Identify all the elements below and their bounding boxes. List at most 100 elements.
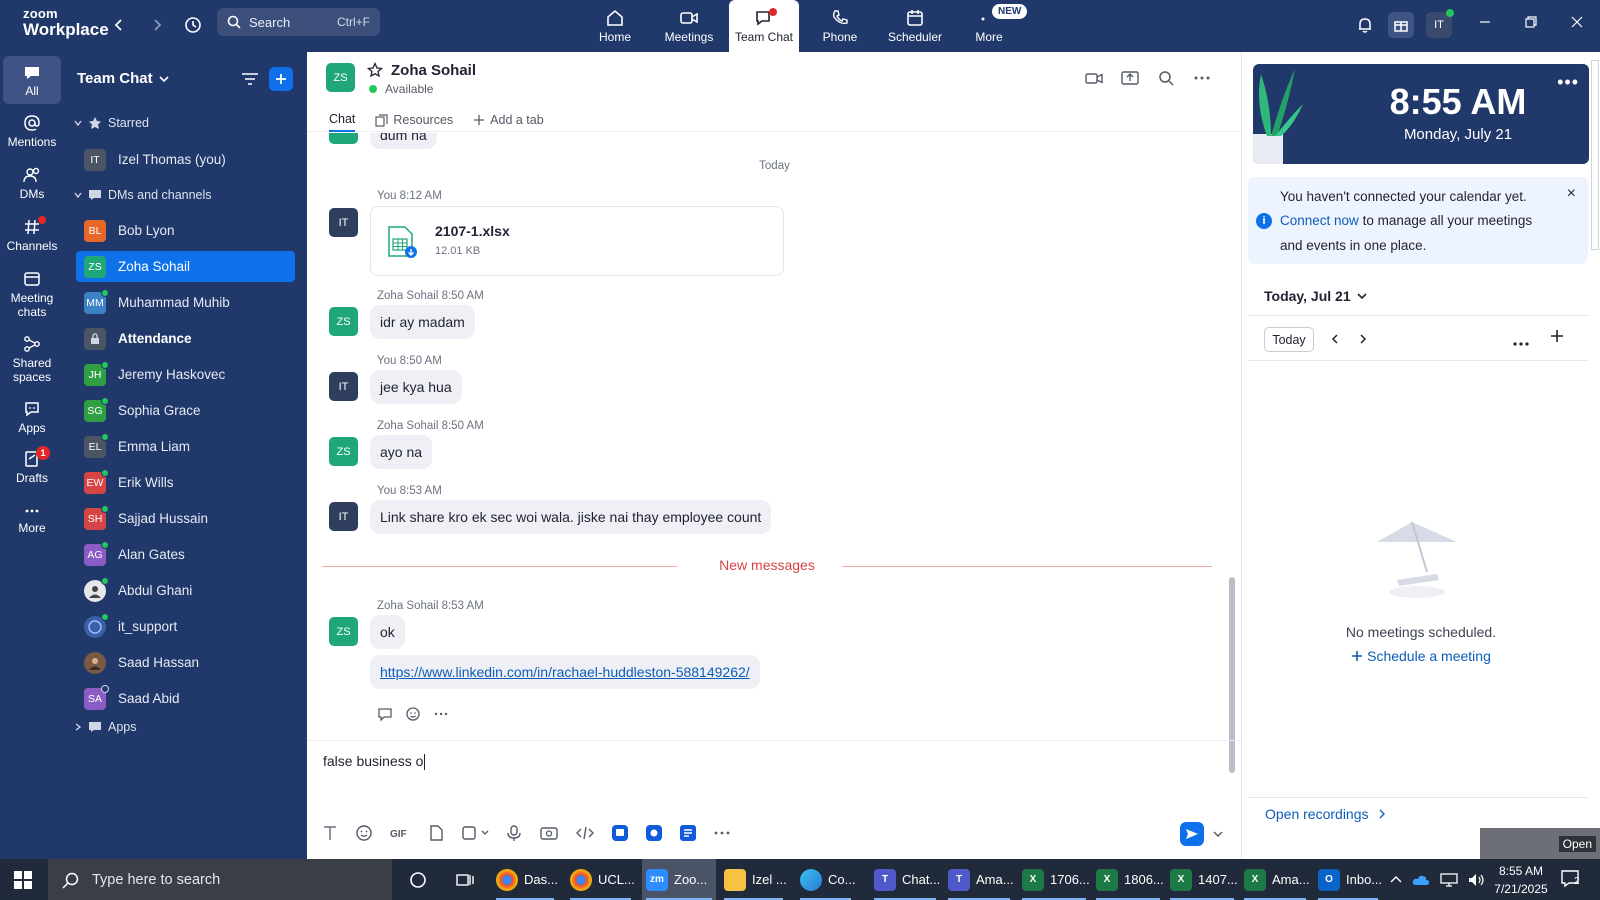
sidebar-item-sophia-grace[interactable]: SG Sophia Grace <box>76 395 295 426</box>
rail-drafts[interactable]: 1 Drafts <box>3 446 61 486</box>
taskbar-app-excel-4[interactable]: X Ama... <box>1240 859 1310 900</box>
section-apps[interactable]: Apps <box>74 720 137 734</box>
tab-chat[interactable]: Chat <box>329 108 356 132</box>
taskbar-app-copilot[interactable]: Co... <box>796 859 855 900</box>
sidebar-item-emma-liam[interactable]: EL Emma Liam <box>76 431 295 462</box>
message-bubble[interactable]: jee kya hua <box>370 370 462 404</box>
gif-icon[interactable]: GIF <box>389 824 411 842</box>
video-call-icon[interactable] <box>1084 69 1104 87</box>
network-icon[interactable] <box>1440 872 1458 887</box>
send-button[interactable] <box>1180 822 1204 846</box>
rail-apps[interactable]: Apps <box>3 400 61 436</box>
connect-now-link[interactable]: Connect now <box>1280 213 1359 228</box>
taskbar-app-excel-1[interactable]: X 1706... <box>1018 859 1090 900</box>
sidebar-title[interactable]: Team Chat <box>77 70 169 87</box>
gift-icon[interactable] <box>1388 12 1414 38</box>
message-input[interactable]: false business o <box>323 753 426 771</box>
microphone-icon[interactable] <box>505 824 523 842</box>
more-tools-icon[interactable] <box>713 824 731 842</box>
search-bar[interactable]: Search Ctrl+F <box>217 8 380 36</box>
taskbar-app-chrome-2[interactable]: UCL... <box>566 859 635 900</box>
video-message-icon[interactable] <box>539 824 559 842</box>
sidebar-item-it-support[interactable]: it_support <box>76 611 295 642</box>
minimize-icon[interactable] <box>1470 10 1500 34</box>
history-icon[interactable] <box>180 12 206 38</box>
file-attachment[interactable]: 2107-1.xlsx 12.01 KB <box>370 206 784 276</box>
section-starred[interactable]: Starred <box>74 116 149 130</box>
back-arrow-icon[interactable] <box>106 12 132 38</box>
today-button[interactable]: Today <box>1264 327 1314 352</box>
more-actions-icon[interactable] <box>433 706 449 722</box>
tab-home[interactable]: Home <box>580 0 650 52</box>
tab-phone[interactable]: Phone <box>805 0 875 52</box>
send-options-chevron-icon[interactable] <box>1213 830 1223 838</box>
share-screen-icon[interactable] <box>1120 69 1140 87</box>
sidebar-item-attendance[interactable]: Attendance <box>76 323 295 354</box>
sidebar-item-saad-abid[interactable]: SA Saad Abid <box>76 683 295 714</box>
rail-dms[interactable]: DMs <box>3 166 61 202</box>
taskbar-app-zoom[interactable]: zm Zoo... <box>642 859 716 900</box>
message-bubble[interactable]: dum na <box>370 133 437 149</box>
restore-icon[interactable] <box>1516 10 1546 34</box>
app-icon-1[interactable] <box>611 824 629 842</box>
calendar-more-icon[interactable] <box>1512 334 1530 350</box>
taskbar-app-teams-2[interactable]: T Ama... <box>944 859 1014 900</box>
panel-scrollbar[interactable] <box>1591 60 1599 250</box>
rail-shared-spaces[interactable]: Shared spaces <box>3 335 61 385</box>
screenshot-icon[interactable] <box>461 824 489 842</box>
emoji-reaction-icon[interactable] <box>405 706 421 722</box>
filter-icon[interactable] <box>240 69 260 89</box>
tab-more[interactable]: NEW More <box>954 0 1028 52</box>
sidebar-item-erik-wills[interactable]: EW Erik Wills <box>76 467 295 498</box>
rail-all[interactable]: All <box>3 56 61 104</box>
sidebar-item-zoha-sohail[interactable]: ZS Zoha Sohail <box>76 251 295 282</box>
windows-start-icon[interactable] <box>14 871 32 892</box>
open-tooltip[interactable]: Open <box>1480 828 1600 859</box>
app-icon-2[interactable] <box>645 824 663 842</box>
message-link[interactable]: https://www.linkedin.com/in/rachael-hudd… <box>380 664 750 680</box>
sidebar-item-jeremy-haskovec[interactable]: JH Jeremy Haskovec <box>76 359 295 390</box>
file-icon[interactable] <box>427 824 445 842</box>
sidebar-item-muhammad-muhib[interactable]: MM Muhammad Muhib <box>76 287 295 318</box>
open-recordings-link[interactable]: Open recordings <box>1265 806 1386 822</box>
rail-channels[interactable]: Channels <box>3 216 61 254</box>
tab-team-chat[interactable]: Team Chat <box>729 0 799 52</box>
tab-scheduler[interactable]: Scheduler <box>880 0 950 52</box>
clock-more-icon[interactable]: ••• <box>1557 72 1579 93</box>
forward-arrow-icon[interactable] <box>144 12 170 38</box>
add-tab-button[interactable]: Add a tab <box>473 108 544 132</box>
sidebar-item-sajjad-hussain[interactable]: SH Sajjad Hussain <box>76 503 295 534</box>
close-icon[interactable]: × <box>1567 185 1576 203</box>
more-options-icon[interactable] <box>1192 69 1212 87</box>
prev-day-icon[interactable] <box>1330 332 1340 348</box>
next-day-icon[interactable] <box>1358 332 1368 348</box>
message-bubble[interactable]: Link share kro ek sec woi wala. jiske na… <box>370 500 772 534</box>
task-view-icon[interactable] <box>452 871 474 889</box>
rail-meeting-chats[interactable]: Meeting chats <box>3 270 61 320</box>
tab-meetings[interactable]: Meetings <box>654 0 724 52</box>
tray-expand-icon[interactable] <box>1390 875 1402 885</box>
cortana-icon[interactable] <box>405 871 427 889</box>
rail-mentions[interactable]: Mentions <box>3 114 61 150</box>
message-bubble[interactable]: ayo na <box>370 435 433 469</box>
reply-icon[interactable] <box>377 706 393 722</box>
rail-more[interactable]: More <box>3 504 61 536</box>
schedule-meeting-link[interactable]: Schedule a meeting <box>1242 648 1600 664</box>
search-icon[interactable] <box>1156 69 1176 87</box>
compose-area[interactable]: false business o GIF <box>307 740 1242 859</box>
contact-avatar[interactable]: ZS <box>326 63 355 92</box>
sidebar-item-izel-thomas[interactable]: IT Izel Thomas (you) <box>76 144 295 175</box>
close-icon[interactable] <box>1562 10 1592 34</box>
zoom-workplace-logo[interactable]: zoom Workplace <box>23 7 109 38</box>
taskbar-clock[interactable]: 8:55 AM 7/21/2025 <box>1484 862 1558 898</box>
text-format-icon[interactable] <box>321 824 339 842</box>
sidebar-item-alan-gates[interactable]: AG Alan Gates <box>76 539 295 570</box>
taskbar-app-chrome-1[interactable]: Das... <box>492 859 558 900</box>
star-icon[interactable] <box>366 61 384 81</box>
app-icon-3[interactable] <box>679 824 697 842</box>
taskbar-search[interactable]: Type here to search <box>48 859 392 900</box>
day-header[interactable]: Today, Jul 21 <box>1264 288 1367 304</box>
message-bubble[interactable]: ok <box>370 615 405 649</box>
message-bubble[interactable]: idr ay madam <box>370 305 475 339</box>
emoji-icon[interactable] <box>355 824 373 842</box>
